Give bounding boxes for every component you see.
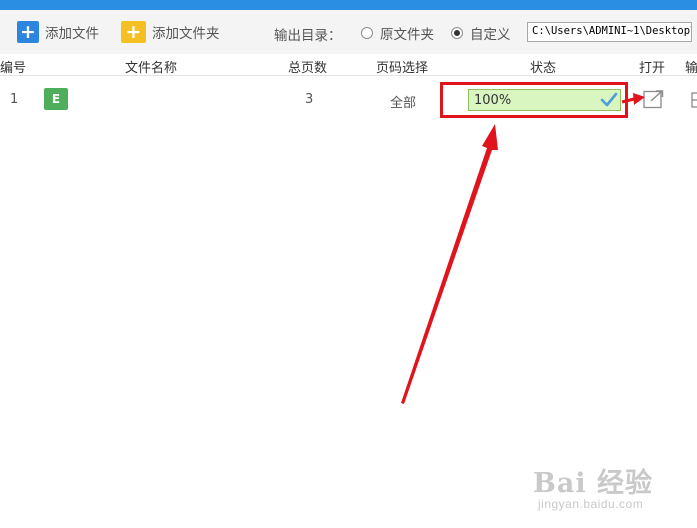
col-output: 输	[685, 61, 697, 76]
table-header: 编号 文件名称 总页数 页码选择 状态 打开 输	[0, 54, 697, 76]
watermark-url: jingyan.baidu.com	[538, 497, 644, 511]
col-total-pages: 总页数	[288, 61, 328, 76]
col-file-name: 文件名称	[125, 61, 178, 76]
col-page-selection: 页码选择	[376, 61, 429, 76]
radio-circle	[361, 27, 373, 39]
radio-original-folder[interactable]: 原文件夹	[361, 23, 434, 43]
add-file-label: 添加文件	[45, 26, 99, 42]
row-page-selection[interactable]: 全部	[390, 92, 416, 111]
radio-circle-selected	[451, 27, 463, 39]
col-index: 编号	[0, 61, 27, 76]
toolbar: + 添加文件 + 添加文件夹 输出目录： 原文件夹 自定义 C:\Users\A…	[0, 10, 697, 54]
annotation-highlight-box	[440, 82, 628, 118]
add-folder-button[interactable]: + 添加文件夹	[121, 20, 220, 44]
radio-custom-label: 自定义	[470, 27, 511, 43]
annotation-arrow-up	[401, 124, 498, 404]
output-folder-icon[interactable]	[691, 92, 697, 108]
output-dir-label: 输出目录：	[274, 28, 342, 44]
title-bar	[0, 0, 697, 10]
row-total-pages: 3	[305, 92, 314, 107]
watermark-logo: Bai 经验	[533, 468, 653, 499]
add-file-button[interactable]: + 添加文件	[17, 20, 99, 44]
output-path-input[interactable]: C:\Users\ADMINI~1\Desktop\	[527, 22, 692, 42]
radio-custom[interactable]: 自定义	[451, 23, 511, 43]
radio-original-label: 原文件夹	[380, 27, 434, 43]
row-index: 1	[10, 92, 19, 107]
open-external-icon[interactable]	[643, 90, 664, 109]
plus-icon: +	[17, 21, 39, 43]
excel-file-icon: E	[44, 88, 68, 110]
plus-folder-icon: +	[121, 21, 146, 43]
col-open: 打开	[639, 61, 666, 76]
add-folder-label: 添加文件夹	[152, 26, 220, 42]
col-status: 状态	[530, 61, 557, 76]
